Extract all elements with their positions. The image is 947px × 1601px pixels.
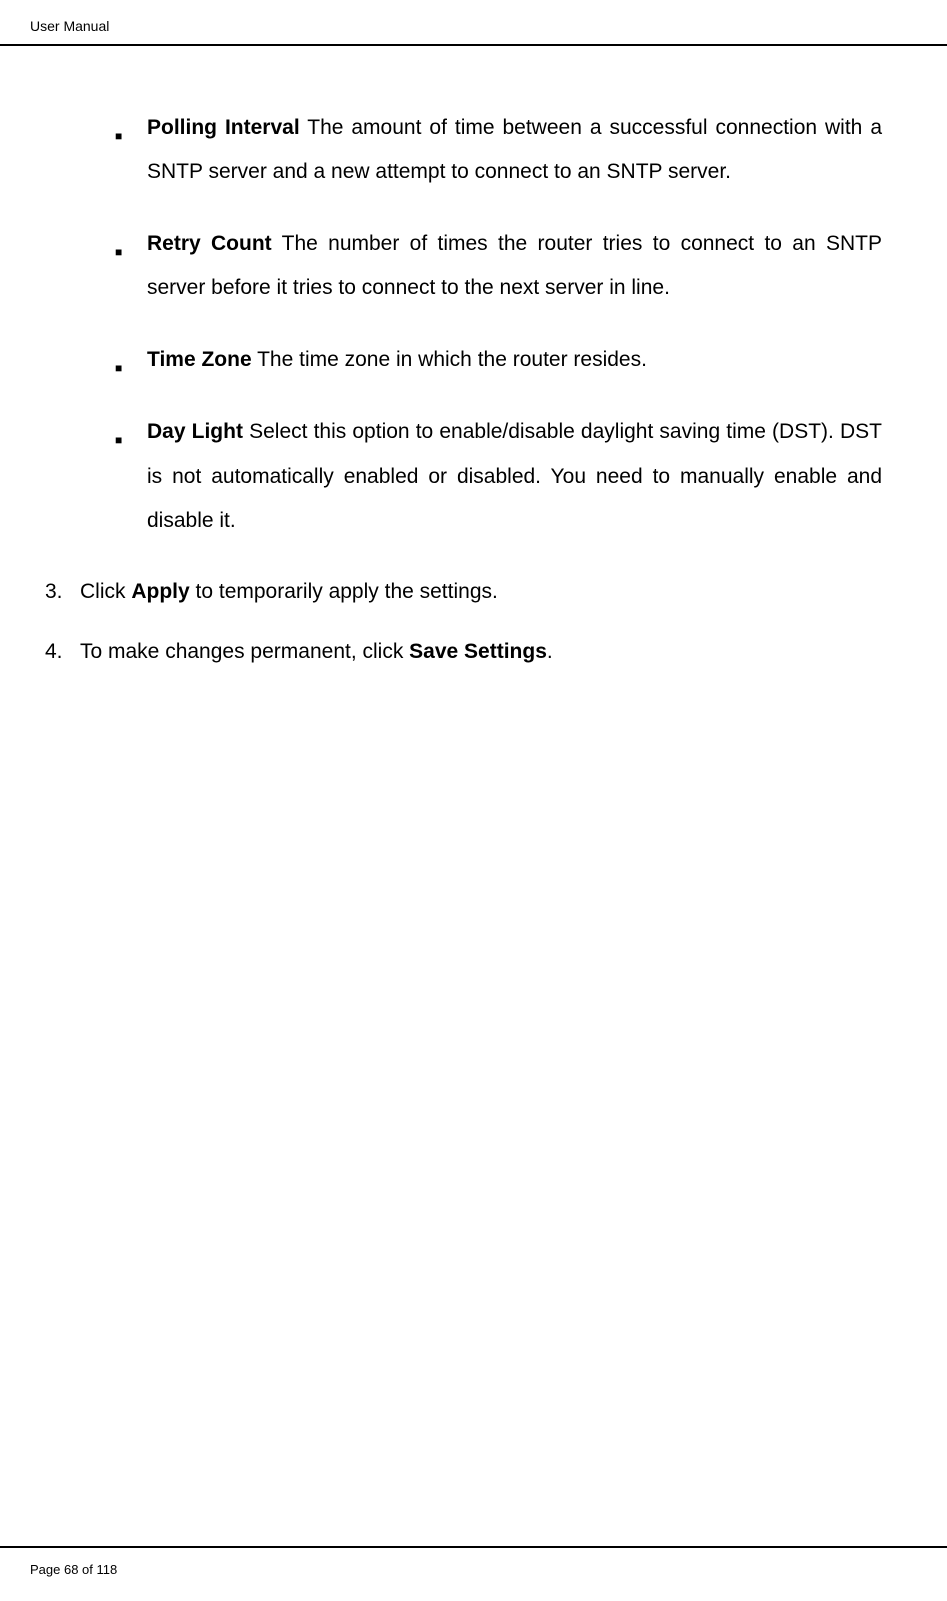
step-suffix: to temporarily apply the settings. (190, 580, 498, 603)
step-bold: Save Settings (409, 640, 547, 663)
bullet-label: Retry Count (147, 232, 272, 255)
bullet-text: Time Zone The time zone in which the rou… (147, 338, 882, 382)
step-bold: Apply (131, 580, 189, 603)
step-apply: 3. Click Apply to temporarily apply the … (45, 571, 902, 613)
square-bullet-icon: ■ (115, 222, 147, 265)
bullet-text: Day Light Select this option to enable/d… (147, 410, 882, 542)
square-bullet-icon: ■ (115, 410, 147, 453)
step-text: Click Apply to temporarily apply the set… (80, 571, 902, 613)
page-header: User Manual (0, 0, 947, 46)
bullet-label: Day Light (147, 420, 243, 443)
bullet-item-day-light: ■ Day Light Select this option to enable… (115, 410, 882, 542)
bullet-text: Polling Interval The amount of time betw… (147, 106, 882, 194)
step-number: 4. (45, 631, 80, 673)
numbered-list: 3. Click Apply to temporarily apply the … (45, 571, 902, 673)
square-bullet-icon: ■ (115, 338, 147, 381)
step-prefix: To make changes permanent, click (80, 640, 409, 663)
page-footer: Page 68 of 118 (0, 1546, 947, 1601)
bullet-description: Select this option to enable/disable day… (147, 420, 882, 531)
bullet-item-retry-count: ■ Retry Count The number of times the ro… (115, 222, 882, 310)
step-prefix: Click (80, 580, 131, 603)
bullet-item-time-zone: ■ Time Zone The time zone in which the r… (115, 338, 882, 382)
bullet-label: Time Zone (147, 348, 252, 371)
bullet-item-polling-interval: ■ Polling Interval The amount of time be… (115, 106, 882, 194)
page-content: ■ Polling Interval The amount of time be… (0, 46, 947, 731)
step-number: 3. (45, 571, 80, 613)
step-save-settings: 4. To make changes permanent, click Save… (45, 631, 902, 673)
header-title: User Manual (30, 18, 109, 34)
square-bullet-icon: ■ (115, 106, 147, 149)
step-suffix: . (547, 640, 553, 663)
page-number: Page 68 of 118 (30, 1562, 117, 1577)
bullet-label: Polling Interval (147, 116, 300, 139)
step-text: To make changes permanent, click Save Se… (80, 631, 902, 673)
bullet-list: ■ Polling Interval The amount of time be… (115, 106, 882, 543)
bullet-description: The time zone in which the router reside… (252, 348, 647, 371)
bullet-text: Retry Count The number of times the rout… (147, 222, 882, 310)
